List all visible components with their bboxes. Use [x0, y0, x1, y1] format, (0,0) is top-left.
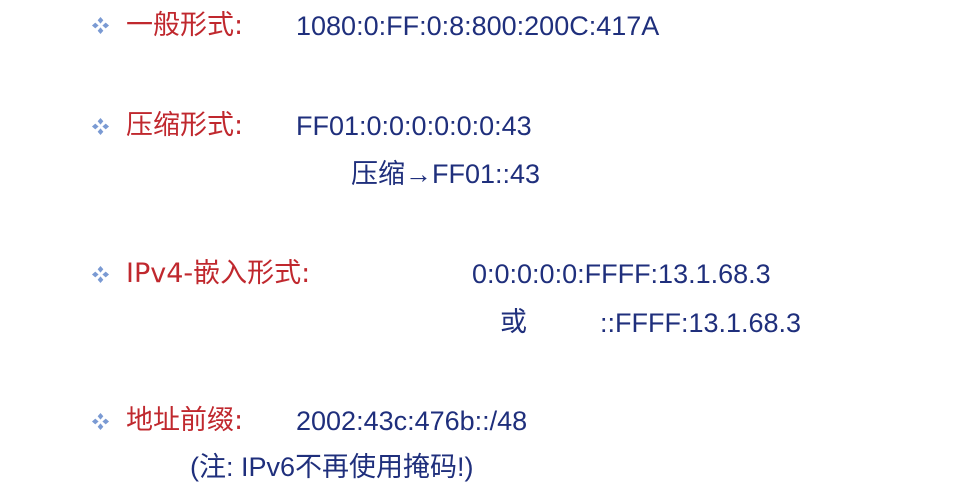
address-prefix-note: (注: IPv6不再使用掩码!) [190, 452, 474, 482]
or-label: 或 [500, 307, 527, 338]
ipv4-embedded-form-value: 0:0:0:0:0:FFFF:13.1.68.3 [472, 259, 771, 289]
general-form-value: 1080:0:FF:0:8:800:200C:417A [296, 11, 660, 41]
slide: 一般形式: 1080:0:FF:0:8:800:200C:417A 压缩形式: … [0, 0, 979, 490]
diamond-bullet-icon [91, 16, 110, 35]
diamond-bullet-icon [91, 117, 110, 136]
address-prefix-label: 地址前缀: [126, 405, 244, 436]
compressed-form-label: 压缩形式: [126, 110, 244, 141]
compressed-form-value: FF01:0:0:0:0:0:0:43 [296, 111, 532, 141]
address-prefix-value: 2002:43c:476b::/48 [296, 406, 528, 436]
diamond-bullet-icon [91, 412, 110, 431]
general-form-label: 一般形式: [126, 10, 244, 41]
ipv4-embedded-form-label: IPv4-嵌入形式: [126, 258, 311, 289]
compressed-form-result: 压缩→FF01::43 [351, 159, 541, 189]
diamond-bullet-icon [91, 265, 110, 284]
ipv4-embedded-alt-value: ::FFFF:13.1.68.3 [600, 308, 802, 338]
